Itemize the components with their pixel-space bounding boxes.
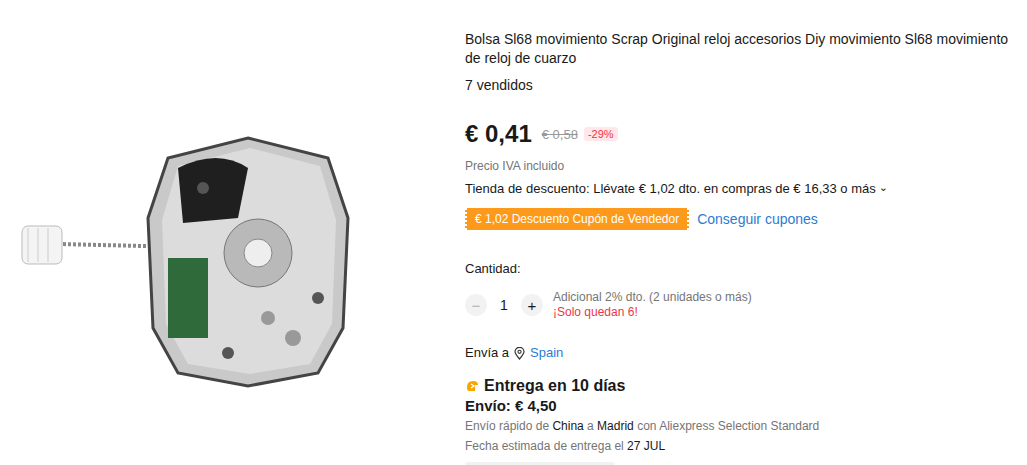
get-coupons-link[interactable]: Conseguir cupones (697, 211, 818, 227)
location-pin-icon (514, 347, 525, 360)
chevron-icon[interactable]: ⌄ (879, 180, 888, 198)
country-link[interactable]: Spain (530, 344, 563, 362)
quantity-notes: Adicional 2% dto. (2 unidades o más)¡Sol… (553, 290, 752, 320)
bulk-note: Adicional 2% dto. (2 unidades o más) (553, 290, 752, 305)
quantity-row: −1+ Adicional 2% dto. (2 unidades o más)¡… (465, 290, 752, 320)
discount-badge: -29% (584, 127, 618, 141)
coupon-badge[interactable]: € 1,02 Descuento Cupón de Vendedor (465, 208, 689, 230)
stock-note: ¡Solo quedan 6! (553, 305, 752, 320)
product-title: Bolsa Sl68 movimiento Scrap Original rel… (465, 30, 1015, 68)
decrease-button[interactable]: − (465, 294, 487, 316)
store-promo[interactable]: Tienda de descuento: Llévate € 1,02 dto.… (465, 180, 888, 198)
delivery-title: Entrega en 10 días (465, 376, 625, 396)
original-price: € 0,58 (542, 127, 578, 142)
quantity-value[interactable]: 1 (487, 297, 521, 313)
ship-to: Envía aSpain (465, 344, 563, 362)
shipping-cost: Envío: € 4,50 (465, 396, 557, 416)
product-gallery (0, 0, 465, 465)
delivery-estimate: Fecha estimada de entrega el 27 JUL (465, 436, 665, 456)
fast-delivery-icon (465, 379, 481, 393)
quantity-label: Cantidad: (465, 260, 521, 278)
shipping-route: Envío rápido de China a Madrid con Aliex… (465, 416, 819, 436)
product-photo[interactable] (18, 128, 358, 388)
current-price: € 0,41 (465, 120, 532, 148)
product-page: Bolsa Sl68 movimiento Scrap Original rel… (0, 0, 1027, 465)
price-row: € 0,41 € 0,58 -29% (465, 118, 618, 150)
coupon-row: € 1,02 Descuento Cupón de Vendedor Conseg… (465, 208, 818, 230)
more-shipping-bar[interactable] (465, 462, 615, 465)
increase-button[interactable]: + (521, 294, 543, 316)
sold-count: 7 vendidos (465, 76, 533, 94)
product-info: Bolsa Sl68 movimiento Scrap Original rel… (465, 0, 1017, 465)
tax-note: Precio IVA incluido (465, 158, 564, 174)
